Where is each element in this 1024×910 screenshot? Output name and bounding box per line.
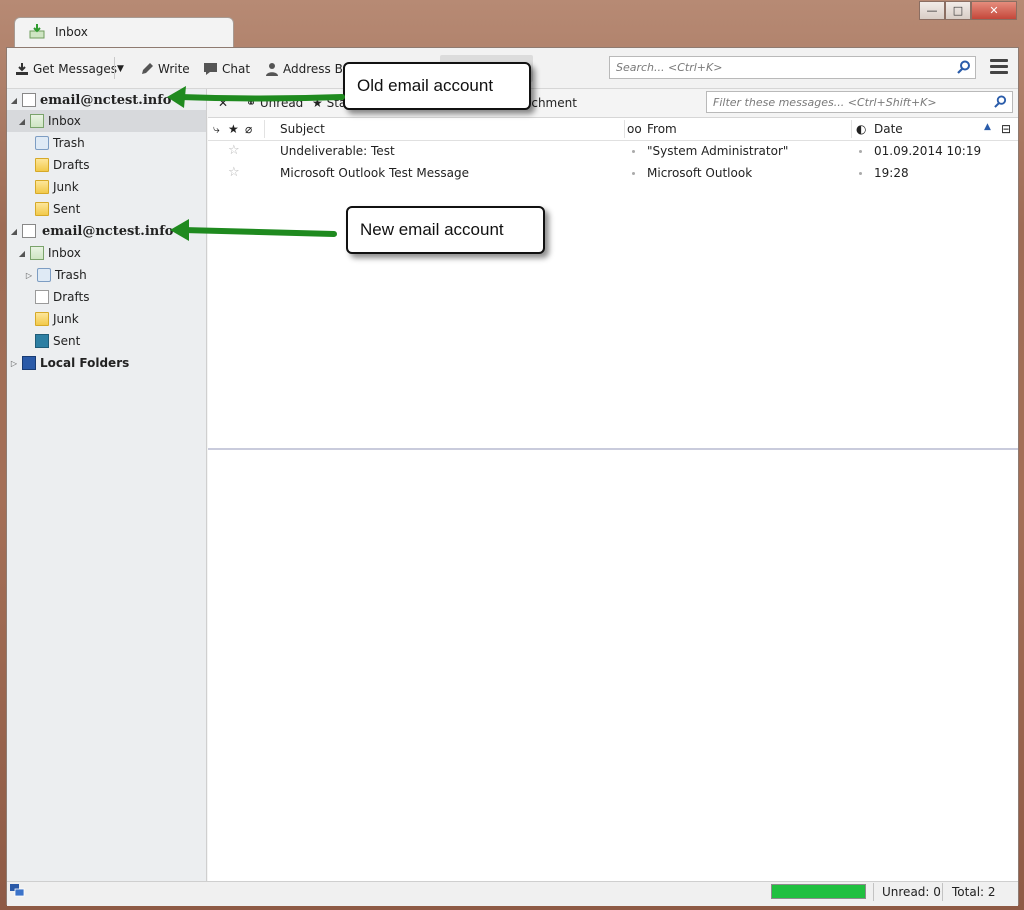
annotation-arrows [167, 86, 345, 241]
arrow-old-account [167, 86, 345, 108]
arrow-new-account [170, 219, 337, 241]
